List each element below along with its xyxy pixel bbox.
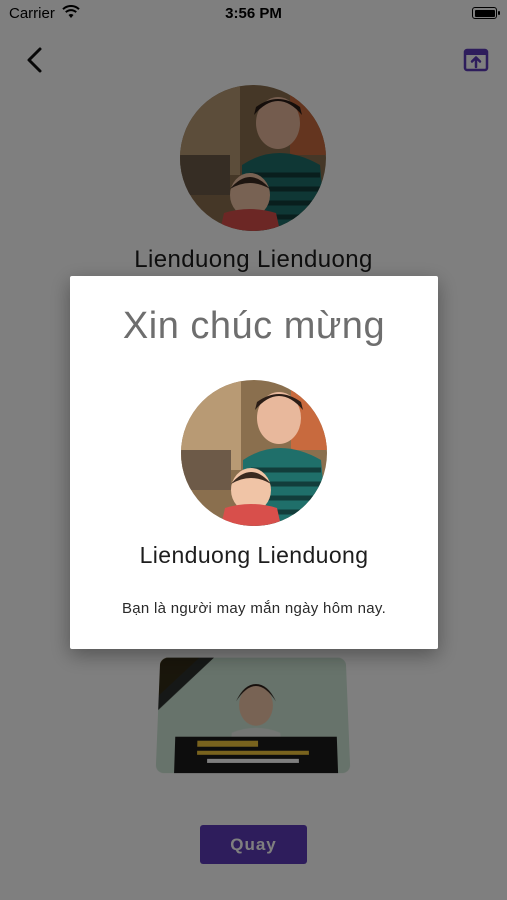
winner-avatar	[181, 380, 327, 526]
winner-name: Lienduong Lienduong	[70, 542, 438, 569]
dialog-message: Bạn là người may mắn ngày hôm nay.	[70, 600, 438, 617]
lucky-draw-screen: Carrier 3:56 PM	[0, 0, 507, 900]
dialog-title: Xin chúc mừng	[70, 305, 438, 348]
congratulations-dialog: Xin chúc mừng Lienduong Lienduong Bạn là…	[70, 276, 438, 649]
